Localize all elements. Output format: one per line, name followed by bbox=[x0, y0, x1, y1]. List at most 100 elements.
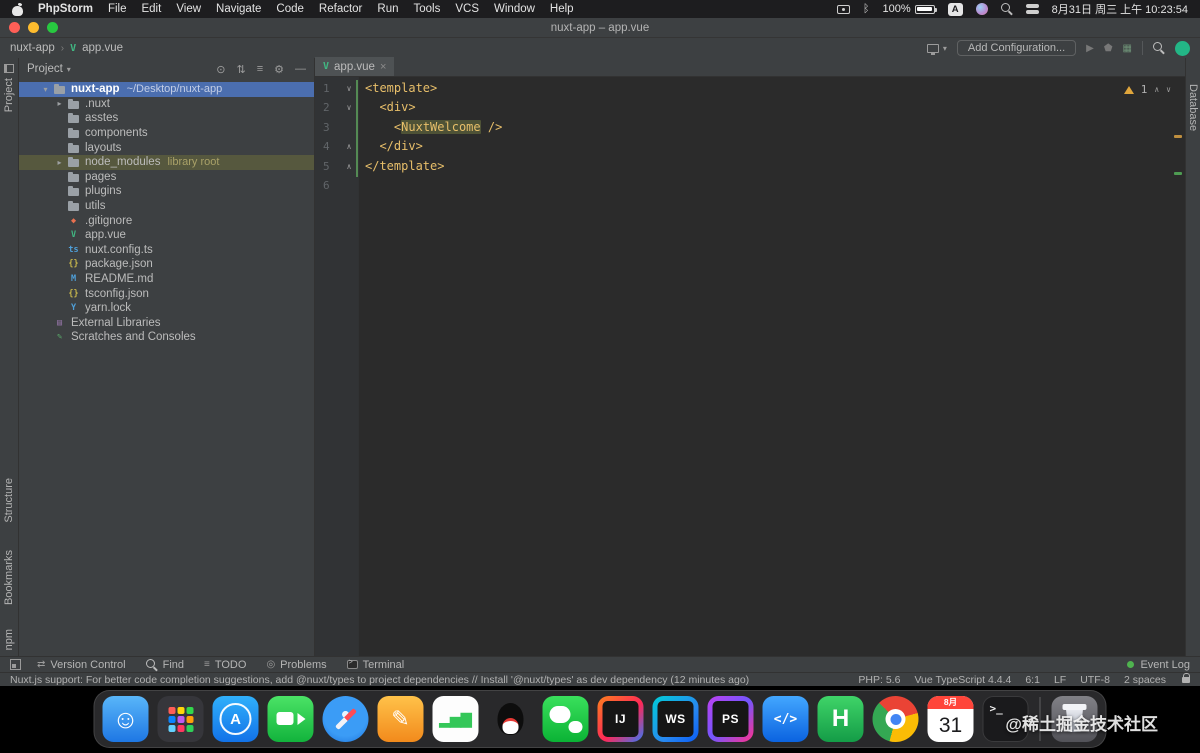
tree-item-scratches-and-consoles[interactable]: ✎ Scratches and Consoles bbox=[19, 330, 314, 345]
display-icon[interactable] bbox=[836, 4, 850, 14]
tool-window-find[interactable]: Find bbox=[145, 658, 184, 671]
close-window-button[interactable] bbox=[9, 22, 20, 33]
status-message[interactable]: Nuxt.js support: For better code complet… bbox=[10, 674, 844, 686]
menu-item-file[interactable]: File bbox=[108, 3, 127, 15]
tree-item-plugins[interactable]: plugins bbox=[19, 184, 314, 199]
tool-strip-project[interactable]: Project bbox=[3, 78, 15, 112]
tool-window-todo[interactable]: ≡ TODO bbox=[204, 659, 246, 671]
status-item[interactable]: 6:1 bbox=[1025, 674, 1040, 686]
tool-strip-structure[interactable]: Structure bbox=[3, 478, 15, 523]
menu-item-window[interactable]: Window bbox=[494, 3, 535, 15]
battery-status[interactable]: 100% bbox=[883, 3, 937, 15]
expand-collapse-icon[interactable]: ⇅ bbox=[236, 63, 245, 76]
tree-item-yarn-lock[interactable]: Yyarn.lock bbox=[19, 301, 314, 316]
next-problem-icon[interactable]: ∨ bbox=[1166, 80, 1171, 99]
tree-item-utils[interactable]: utils bbox=[19, 199, 314, 214]
menu-item-help[interactable]: Help bbox=[550, 3, 574, 15]
dev-app-dock-icon[interactable]: </> bbox=[762, 696, 809, 742]
status-item[interactable]: PHP: 5.6 bbox=[858, 674, 900, 686]
menu-item-vcs[interactable]: VCS bbox=[455, 3, 479, 15]
tree-item--gitignore[interactable]: ◆ .gitignore bbox=[19, 213, 314, 228]
code-line-3[interactable]: 3 <NuxtWelcome /> bbox=[315, 118, 1185, 137]
panel-settings-icon[interactable]: ⚙ bbox=[274, 63, 284, 76]
menu-item-tools[interactable]: Tools bbox=[414, 3, 441, 15]
menu-app-name[interactable]: PhpStorm bbox=[38, 3, 93, 15]
bluetooth-icon[interactable]: ᛒ bbox=[863, 3, 870, 15]
tree-item-nuxt-app[interactable]: ▾ nuxt-app ~/Desktop/nuxt-app bbox=[19, 82, 314, 97]
siri-icon[interactable] bbox=[975, 3, 988, 15]
user-avatar[interactable] bbox=[1175, 40, 1190, 56]
error-stripe-vcs-mark[interactable] bbox=[1174, 172, 1182, 175]
facetime-dock-icon[interactable] bbox=[267, 696, 314, 742]
tree-item-tsconfig-json[interactable]: {} tsconfig.json bbox=[19, 286, 314, 301]
lock-icon[interactable] bbox=[1182, 672, 1190, 683]
intellij-idea-dock-icon[interactable]: IJ bbox=[597, 696, 644, 742]
input-source-icon[interactable]: A bbox=[947, 2, 963, 16]
safari-dock-icon[interactable] bbox=[322, 696, 369, 742]
add-configuration-button[interactable]: Add Configuration... bbox=[956, 40, 1077, 56]
calendar-dock-icon[interactable]: 8月 31 bbox=[927, 696, 974, 742]
code-line-5[interactable]: 5 ∧ </template> bbox=[315, 157, 1185, 176]
menu-item-edit[interactable]: Edit bbox=[141, 3, 161, 15]
chevron-down-icon[interactable]: ▾ bbox=[67, 65, 71, 74]
tree-item-node-modules[interactable]: ▸ node_modules library root bbox=[19, 154, 314, 170]
chrome-dock-icon[interactable] bbox=[872, 696, 919, 742]
status-item[interactable]: LF bbox=[1054, 674, 1066, 686]
tree-item-pages[interactable]: pages bbox=[19, 170, 314, 185]
breadcrumb-file[interactable]: app.vue bbox=[82, 42, 123, 54]
hide-panel-icon[interactable]: — bbox=[295, 63, 306, 75]
tree-item--nuxt[interactable]: ▸ .nuxt bbox=[19, 97, 314, 112]
webstorm-dock-icon[interactable]: WS bbox=[652, 696, 699, 742]
phpstorm-dock-icon[interactable]: PS bbox=[707, 696, 754, 742]
tool-strip-bookmarks[interactable]: Bookmarks bbox=[3, 550, 15, 605]
tree-item-asstes[interactable]: asstes bbox=[19, 111, 314, 126]
code-line-4[interactable]: 4 ∧ </div> bbox=[315, 137, 1185, 156]
project-panel-title[interactable]: Project bbox=[27, 63, 63, 75]
spotlight-search-icon[interactable] bbox=[1000, 3, 1013, 15]
menu-item-view[interactable]: View bbox=[176, 3, 201, 15]
stats-app-dock-icon[interactable]: ▂▅▇ bbox=[432, 696, 479, 742]
debug-icon[interactable]: ⬟ bbox=[1104, 43, 1113, 54]
tool-strip-database[interactable]: Database bbox=[1187, 84, 1199, 131]
code-line-6[interactable]: 6 bbox=[315, 176, 1185, 195]
minimize-window-button[interactable] bbox=[28, 22, 39, 33]
profiler-icon[interactable]: ▦ bbox=[1123, 43, 1132, 54]
tree-item-app-vue[interactable]: Vapp.vue bbox=[19, 228, 314, 243]
close-tab-icon[interactable]: × bbox=[380, 61, 386, 73]
search-everywhere-icon[interactable] bbox=[1153, 42, 1165, 54]
tree-item-readme-md[interactable]: M README.md bbox=[19, 272, 314, 287]
tool-window-switcher-icon[interactable] bbox=[10, 659, 21, 670]
control-center-icon[interactable] bbox=[1025, 4, 1039, 8]
prev-problem-icon[interactable]: ∧ bbox=[1154, 80, 1159, 99]
tree-item-components[interactable]: components bbox=[19, 126, 314, 141]
status-item[interactable]: UTF-8 bbox=[1080, 674, 1110, 686]
zoom-window-button[interactable] bbox=[47, 22, 58, 33]
menubar-clock[interactable]: 8月31日 周三 上午 10:23:54 bbox=[1052, 1, 1188, 17]
tree-item-layouts[interactable]: layouts bbox=[19, 140, 314, 155]
pen-app-dock-icon[interactable]: ✎ bbox=[377, 696, 424, 742]
menu-item-run[interactable]: Run bbox=[377, 3, 398, 15]
launchpad-dock-icon[interactable] bbox=[157, 696, 204, 742]
menu-item-refactor[interactable]: Refactor bbox=[319, 3, 362, 15]
hbuilderx-dock-icon[interactable]: H bbox=[817, 696, 864, 742]
tool-strip-npm[interactable]: npm bbox=[3, 629, 15, 650]
status-item[interactable]: Vue TypeScript 4.4.4 bbox=[914, 674, 1011, 686]
error-stripe-warning-mark[interactable] bbox=[1174, 135, 1182, 138]
menu-item-code[interactable]: Code bbox=[276, 3, 304, 15]
wechat-dock-icon[interactable] bbox=[542, 696, 589, 742]
tree-item-package-json[interactable]: {} package.json bbox=[19, 257, 314, 272]
app-store-dock-icon[interactable]: A bbox=[212, 696, 259, 742]
code-line-1[interactable]: 1 ∨ <template> bbox=[315, 79, 1185, 98]
locate-file-icon[interactable]: ⊙ bbox=[216, 63, 225, 76]
status-item[interactable]: 2 spaces bbox=[1124, 674, 1166, 686]
apple-menu-icon[interactable] bbox=[12, 3, 23, 16]
tree-item-nuxt-config-ts[interactable]: ts nuxt.config.ts bbox=[19, 243, 314, 258]
menu-item-navigate[interactable]: Navigate bbox=[216, 3, 261, 15]
code-editor[interactable]: 1 ∧ ∨ 1 ∨ <template> 2 ∨ <div> 3 <NuxtWelcome… bbox=[315, 77, 1185, 656]
tool-window-version-control[interactable]: ⇄ Version Control bbox=[37, 659, 126, 671]
git-widget-icon[interactable] bbox=[926, 43, 939, 55]
code-line-2[interactable]: 2 ∨ <div> bbox=[315, 98, 1185, 117]
inspections-widget[interactable]: 1 ∧ ∨ bbox=[1123, 80, 1171, 99]
breadcrumb-project[interactable]: nuxt-app bbox=[10, 42, 55, 54]
finder-dock-icon[interactable]: ☺ bbox=[102, 696, 149, 742]
